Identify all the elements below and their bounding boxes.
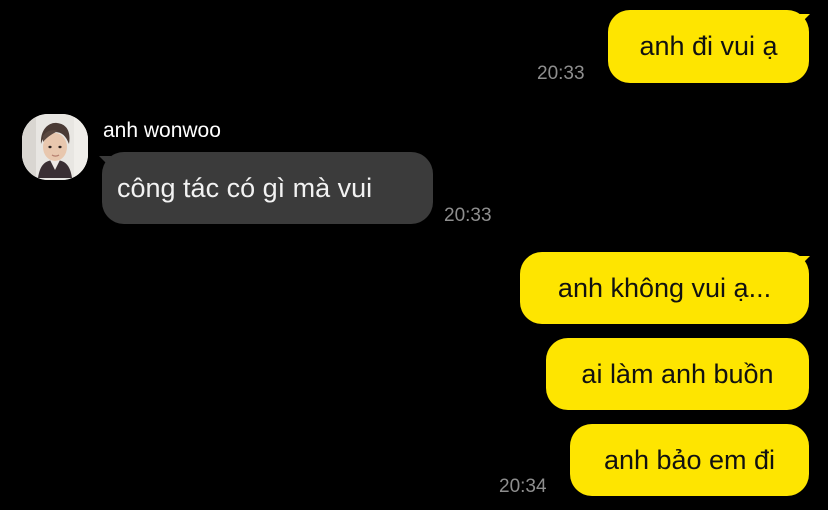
incoming-message-bubble[interactable]: công tác có gì mà vui [102,152,433,224]
message-timestamp: 20:34 [499,476,547,497]
message-text: công tác có gì mà vui [117,172,373,203]
outgoing-message-bubble[interactable]: anh không vui ạ... [520,252,809,324]
message-text: ai làm anh buồn [581,358,774,389]
outgoing-message-bubble[interactable]: anh đi vui ạ [608,10,809,83]
message-text: anh bảo em đi [603,444,776,475]
sender-name: anh wonwoo [103,119,221,142]
outgoing-message-bubble[interactable]: ai làm anh buồn [546,338,809,410]
message-text: anh đi vui ạ [639,31,778,61]
avatar[interactable] [22,114,88,180]
message-timestamp: 20:33 [444,205,492,226]
outgoing-message-bubble[interactable]: anh bảo em đi [570,424,809,496]
message-text: anh không vui ạ... [557,272,772,303]
profile-photo-icon [22,114,88,180]
message-timestamp: 20:33 [537,63,585,84]
